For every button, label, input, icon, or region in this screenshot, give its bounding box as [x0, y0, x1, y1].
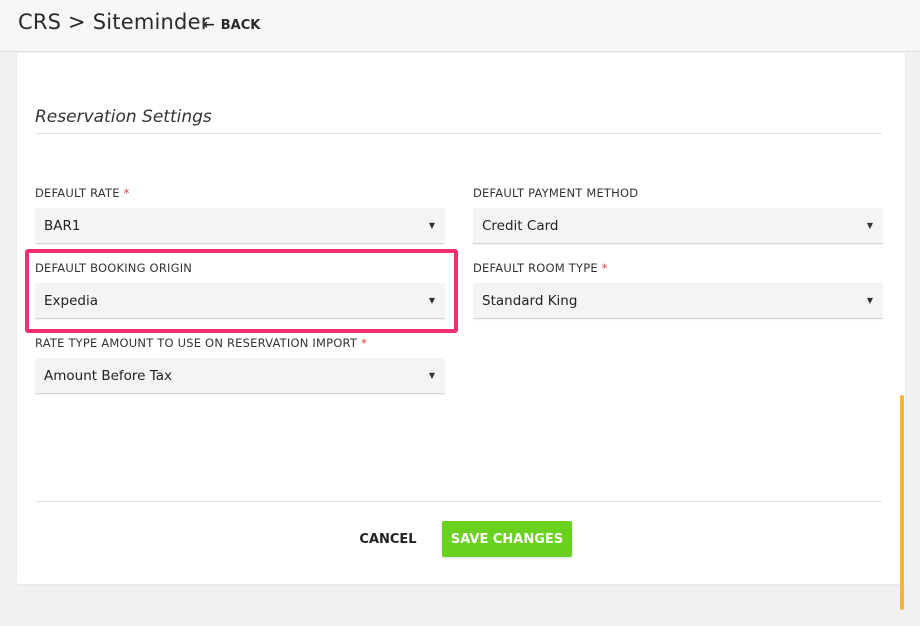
- caret-down-icon: ▼: [866, 221, 873, 230]
- required-marker: *: [361, 336, 368, 350]
- arrow-left-icon: ←: [203, 17, 215, 33]
- highlight-annotation: [25, 249, 458, 333]
- required-marker: *: [601, 261, 608, 275]
- breadcrumb: CRS > Siteminder: [18, 10, 210, 34]
- default-rate-label: DEFAULT RATE *: [35, 186, 130, 200]
- default-payment-method-label: DEFAULT PAYMENT METHOD: [473, 186, 638, 200]
- default-room-type-value: Standard King: [482, 292, 578, 309]
- rate-type-amount-value: Amount Before Tax: [44, 367, 173, 384]
- rate-type-amount-label: RATE TYPE AMOUNT TO USE ON RESERVATION I…: [35, 336, 367, 350]
- default-room-type-label: DEFAULT ROOM TYPE *: [473, 261, 608, 275]
- default-room-type-select[interactable]: Standard King ▼: [473, 283, 883, 319]
- back-label: BACK: [220, 17, 261, 33]
- top-bar: CRS > Siteminder ← BACK: [0, 0, 920, 52]
- caret-down-icon: ▼: [866, 296, 873, 305]
- required-marker: *: [123, 186, 130, 200]
- default-rate-value: BAR1: [44, 217, 81, 234]
- save-changes-button[interactable]: SAVE CHANGES: [442, 521, 572, 557]
- default-payment-method-value: Credit Card: [482, 217, 559, 234]
- rate-type-amount-label-text: RATE TYPE AMOUNT TO USE ON RESERVATION I…: [35, 336, 358, 350]
- caret-down-icon: ▼: [428, 371, 435, 380]
- section-divider: [35, 133, 882, 134]
- default-room-type-label-text: DEFAULT ROOM TYPE: [473, 261, 598, 275]
- caret-down-icon: ▼: [428, 221, 435, 230]
- default-rate-select[interactable]: BAR1 ▼: [35, 208, 445, 244]
- section-title: Reservation Settings: [35, 107, 212, 127]
- cancel-button[interactable]: CANCEL: [354, 521, 422, 557]
- default-rate-label-text: DEFAULT RATE: [35, 186, 120, 200]
- default-payment-method-label-text: DEFAULT PAYMENT METHOD: [473, 186, 639, 200]
- footer-divider: [35, 501, 882, 502]
- scrollbar-thumb[interactable]: [900, 395, 904, 610]
- default-payment-method-select[interactable]: Credit Card ▼: [473, 208, 883, 244]
- back-button[interactable]: ← BACK: [203, 17, 260, 33]
- rate-type-amount-select[interactable]: Amount Before Tax ▼: [35, 358, 445, 394]
